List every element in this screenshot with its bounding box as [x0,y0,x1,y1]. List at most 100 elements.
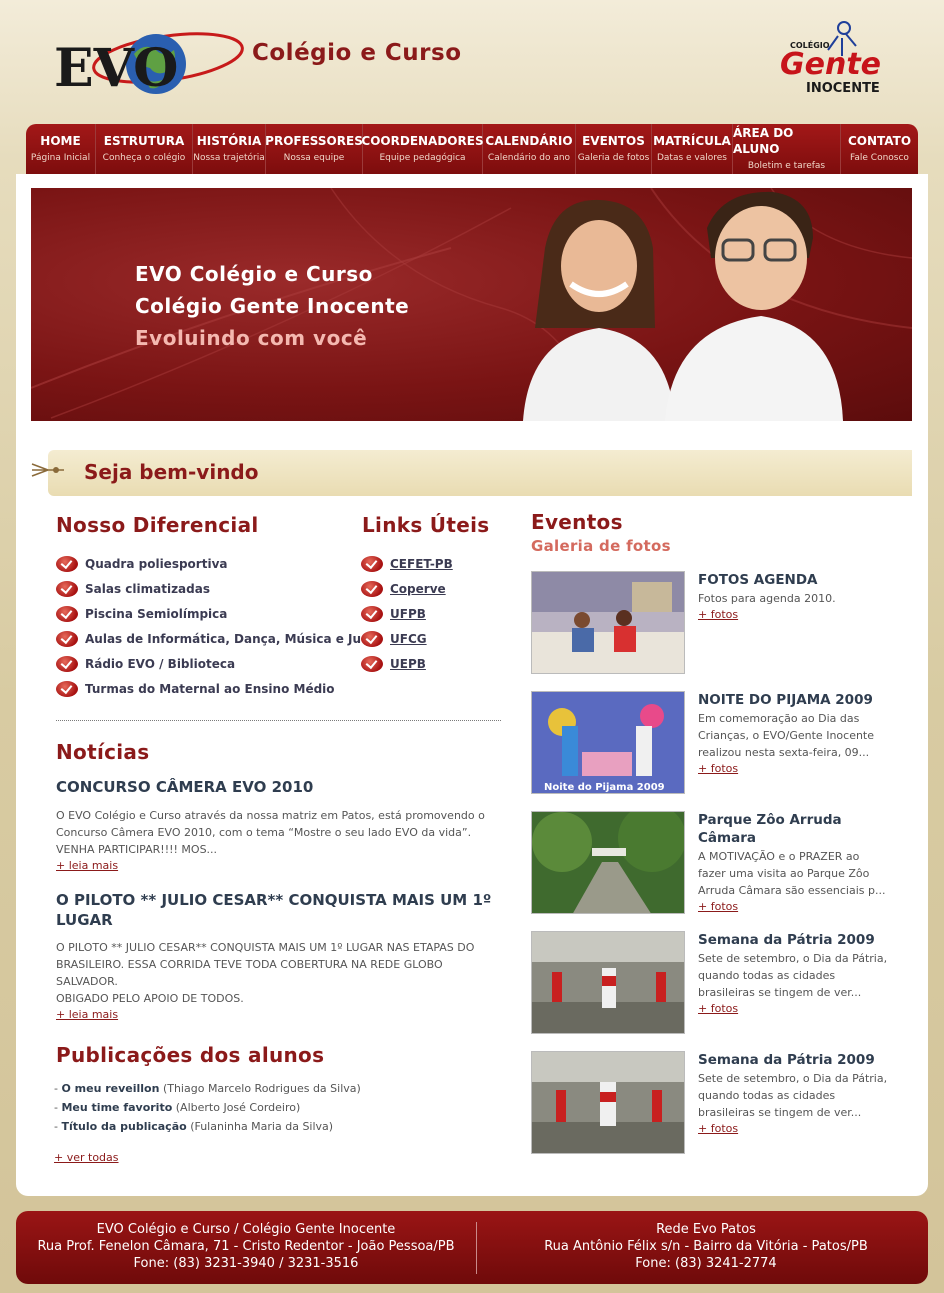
svg-text:Noite do Pijama 2009: Noite do Pijama 2009 [544,782,665,793]
event-more-link[interactable]: + fotos [698,608,738,621]
nav-sub: Nossa trajetória [193,153,265,163]
list-item: Salas climatizadas [56,576,378,601]
nav-estrutura[interactable]: ESTRUTURA Conheça o colégio [96,124,193,174]
footer-line: Fone: (83) 3231-3940 / 3231-3516 [133,1256,359,1271]
pub-title[interactable]: O meu reveillon [61,1082,159,1095]
nav-historia[interactable]: HISTÓRIA Nossa trajetória [193,124,266,174]
read-more-link[interactable]: + leia mais [56,1008,118,1021]
news-title[interactable]: CONCURSO CÂMERA EVO 2010 [56,777,516,797]
check-icon [56,580,78,597]
event-title[interactable]: Parque Zôo Arruda Câmara [698,811,898,847]
nav-sub: Equipe pedagógica [379,153,466,163]
pub-author: (Thiago Marcelo Rodrigues da Silva) [162,1082,361,1095]
pub-author: (Fulaninha Maria da Silva) [190,1120,334,1133]
eventos-heading: Eventos [531,510,623,534]
event-thumbnail[interactable] [531,571,685,674]
news-title[interactable]: O PILOTO ** JULIO CESAR** CONQUISTA MAIS… [56,890,506,930]
check-icon [56,630,78,647]
link-ufpb[interactable]: UFPB [361,601,453,626]
nav-eventos[interactable]: EVENTOS Galeria de fotos [576,124,652,174]
gente-inocente-logo[interactable]: COLÉGIO Gente INOCENTE [776,20,896,102]
nav-contato[interactable]: CONTATO Fale Conosco [841,124,918,174]
event-thumbnail[interactable] [531,1051,685,1154]
nav-label: MATRÍCULA [653,134,731,148]
event-more-link[interactable]: + fotos [698,1002,738,1015]
event-title[interactable]: Semana da Pátria 2009 [698,1051,898,1069]
list-item: Rádio EVO / Biblioteca [56,651,378,676]
event-desc: Sete de setembro, o Dia da Pátria, quand… [698,952,888,999]
nav-sub: Datas e valores [656,153,727,163]
nav-sub: Boletim e tarefas [747,161,826,171]
event-title[interactable]: FOTOS AGENDA [698,571,898,589]
footer-line: Fone: (83) 3241-2774 [635,1256,777,1271]
nav-matricula[interactable]: MATRÍCULA Datas e valores [652,124,733,174]
event-more-link[interactable]: + fotos [698,900,738,913]
welcome-title: Seja bem-vindo [84,460,259,484]
event-thumbnail[interactable] [531,811,685,914]
list-item-label: Turmas do Maternal ao Ensino Médio [85,681,335,696]
event-photo [532,932,684,1033]
event-more-link[interactable]: + fotos [698,1122,738,1135]
section-divider [56,720,501,721]
event-title[interactable]: NOITE DO PIJAMA 2009 [698,691,898,709]
nav-professores[interactable]: PROFESSORES Nossa equipe [265,124,363,174]
link-ufcg[interactable]: UFCG [361,626,453,651]
footer-line: Rua Prof. Fenelon Câmara, 71 - Cristo Re… [37,1239,455,1254]
link-label[interactable]: UFCG [390,632,427,646]
list-item: Turmas do Maternal ao Ensino Médio [56,676,378,701]
diferencial-list: Quadra poliesportiva Salas climatizadas … [56,551,378,701]
list-item[interactable]: - Meu time favorito (Alberto José Cordei… [54,1098,361,1117]
pub-title[interactable]: Título da publicação [61,1120,186,1133]
nav-label: CONTATO [847,134,912,148]
main-nav: HOME Página Inicial ESTRUTURA Conheça o co… [26,124,918,174]
event-photo [532,1052,684,1153]
event-photo: Noite do Pijama 2009 [532,692,684,793]
footer-line: EVO Colégio e Curso / Colégio Gente Inoc… [96,1222,396,1237]
list-item-label: Salas climatizadas [85,581,210,596]
student-boy-photo [665,191,843,421]
check-icon [56,605,78,622]
nav-sub: Fale Conosco [850,153,909,163]
list-item: Quadra poliesportiva [56,551,378,576]
event-title[interactable]: Semana da Pátria 2009 [698,931,898,949]
check-icon [56,655,78,672]
publicacoes-heading: Publicações dos alunos [56,1043,325,1067]
list-item[interactable]: - O meu reveillon (Thiago Marcelo Rodrig… [54,1079,361,1098]
event-more-link[interactable]: + fotos [698,762,738,775]
see-all-link[interactable]: + ver todas [54,1151,119,1164]
nav-home[interactable]: HOME Página Inicial [26,124,96,174]
link-label[interactable]: UFPB [390,607,426,621]
list-item[interactable]: - Título da publicação (Fulaninha Maria … [54,1117,361,1136]
link-label[interactable]: UEPB [390,657,426,671]
link-coperve[interactable]: Coperve [361,576,453,601]
link-label[interactable]: CEFET-PB [390,557,453,571]
svg-text:Gente: Gente [780,47,881,82]
check-icon [361,655,383,672]
nav-coordenadores[interactable]: COORDENADORES Equipe pedagógica [361,124,484,174]
read-more-link[interactable]: + leia mais [56,859,118,872]
pub-title[interactable]: Meu time favorito [61,1101,172,1114]
event-thumbnail[interactable]: Noite do Pijama 2009 [531,691,685,794]
list-item-label: Quadra poliesportiva [85,556,228,571]
publicacoes-list: - O meu reveillon (Thiago Marcelo Rodrig… [54,1079,361,1136]
ribbon-tassel-icon [31,463,64,477]
svg-text:INOCENTE: INOCENTE [806,81,880,96]
link-uepb[interactable]: UEPB [361,651,453,676]
news-body: O EVO Colégio e Curso através da nossa m… [56,809,485,856]
news-body: O PILOTO ** JULIO CESAR** CONQUISTA MAIS… [56,941,475,1005]
list-item-label: Piscina Semiolímpica [85,606,228,621]
link-cefet-pb[interactable]: CEFET-PB [361,551,453,576]
link-label[interactable]: Coperve [390,582,446,596]
nav-sub: Nossa equipe [283,153,345,163]
eventos-subheading: Galeria de fotos [531,537,671,555]
event-desc: A MOTIVAÇÃO e o PRAZER ao fazer uma visi… [698,850,886,897]
nav-label: ÁREA DO ALUNO [733,126,794,156]
event-desc: Fotos para agenda 2010. [698,592,836,605]
banner-line-2: Colégio Gente Inocente [135,294,410,318]
list-item: Aulas de Informática, Dança, Música e Ju… [56,626,378,651]
nav-area-do-aluno[interactable]: ÁREA DO ALUNO Boletim e tarefas [733,124,841,174]
event-thumbnail[interactable] [531,931,685,1034]
evo-logo[interactable]: EVO [48,18,248,118]
pub-author: (Alberto José Cordeiro) [175,1101,301,1114]
nav-calendario[interactable]: CALENDÁRIO Calendário do ano [483,124,576,174]
